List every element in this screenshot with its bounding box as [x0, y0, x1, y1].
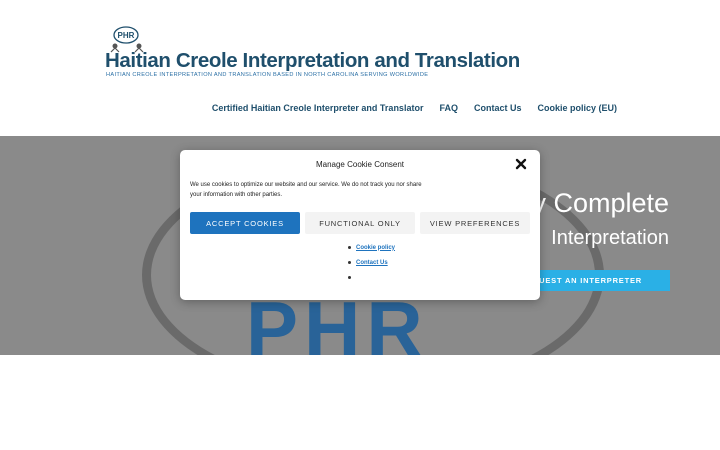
site-title[interactable]: Haitian Creole Interpretation and Transl… — [105, 49, 520, 73]
bullet-icon — [348, 246, 351, 249]
cookie-consent-modal: Manage Cookie Consent We use cookies to … — [180, 150, 540, 300]
hero-title: y Complete — [532, 188, 669, 218]
nav-item-faq[interactable]: FAQ — [439, 103, 458, 113]
contact-us-link[interactable]: Contact Us — [356, 260, 388, 266]
modal-message: We use cookies to optimize our website a… — [190, 182, 422, 198]
bullet-icon — [348, 261, 351, 264]
hero-subtitle: Interpretation — [551, 227, 669, 249]
accept-cookies-button[interactable]: ACCEPT COOKIES — [190, 212, 300, 234]
nav-item-contact-us[interactable]: Contact Us — [474, 103, 522, 113]
view-preferences-button[interactable]: VIEW PREFERENCES — [420, 212, 530, 234]
list-item — [348, 270, 395, 285]
site-tagline: HAITIAN CREOLE INTERPRETATION AND TRANSL… — [106, 72, 429, 78]
functional-only-button[interactable]: FUNCTIONAL ONLY — [305, 212, 415, 234]
logo-text: PHR — [118, 31, 135, 40]
list-item: Contact Us — [348, 255, 395, 270]
modal-title: Manage Cookie Consent — [315, 160, 405, 169]
list-item: Cookie policy — [348, 240, 395, 255]
close-icon[interactable] — [514, 157, 528, 171]
main-nav: Certified Haitian Creole Interpreter and… — [212, 103, 617, 113]
cookie-policy-link[interactable]: Cookie policy — [356, 245, 395, 251]
nav-item-certified-interpreter[interactable]: Certified Haitian Creole Interpreter and… — [212, 103, 424, 113]
bullet-icon — [348, 276, 351, 279]
nav-item-cookie-policy[interactable]: Cookie policy (EU) — [537, 103, 617, 113]
modal-links-list: Cookie policy Contact Us — [348, 240, 395, 285]
